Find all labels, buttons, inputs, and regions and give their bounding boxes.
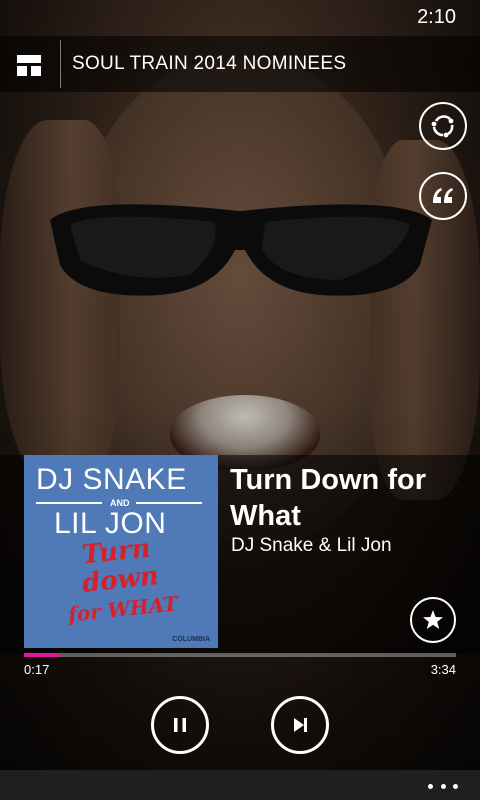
quote-button[interactable] bbox=[419, 172, 467, 220]
favorite-button[interactable] bbox=[410, 597, 456, 643]
pause-button[interactable] bbox=[151, 696, 209, 754]
playlist-header: SOUL TRAIN 2014 NOMINEES bbox=[0, 36, 480, 92]
cover-artist-line1: DJ SNAKE bbox=[36, 463, 187, 496]
progress-fill bbox=[24, 653, 59, 657]
sync-button[interactable] bbox=[419, 102, 467, 150]
more-icon[interactable] bbox=[428, 782, 458, 790]
star-icon bbox=[423, 610, 443, 629]
elapsed-time: 0:17 bbox=[24, 662, 50, 677]
status-time: 2:10 bbox=[417, 6, 456, 28]
pause-icon bbox=[174, 718, 186, 732]
album-cover[interactable]: DJ SNAKE AND LIL JON Turn down for WHAT … bbox=[24, 455, 218, 648]
song-artist[interactable]: DJ Snake & Lil Jon bbox=[231, 535, 392, 557]
quote-icon bbox=[433, 188, 453, 203]
progress-bar[interactable] bbox=[24, 653, 456, 657]
skip-next-button[interactable] bbox=[271, 696, 329, 754]
cover-record-label: COLUMBIA bbox=[172, 636, 210, 643]
cover-rule-right bbox=[136, 502, 202, 504]
cover-artist-line2: LIL JON bbox=[54, 507, 167, 540]
skip-next-icon bbox=[294, 718, 307, 732]
app-bar bbox=[0, 770, 480, 800]
cover-rule-left bbox=[36, 502, 102, 504]
playlist-title[interactable]: SOUL TRAIN 2014 NOMINEES bbox=[72, 53, 346, 75]
status-bar: 2:10 bbox=[0, 0, 480, 34]
layout-icon[interactable] bbox=[12, 48, 46, 82]
header-divider bbox=[60, 40, 61, 88]
sync-icon bbox=[431, 115, 454, 138]
total-time: 3:34 bbox=[430, 662, 456, 677]
song-title: Turn Down for What bbox=[230, 464, 426, 532]
artist-background-image bbox=[0, 0, 480, 800]
